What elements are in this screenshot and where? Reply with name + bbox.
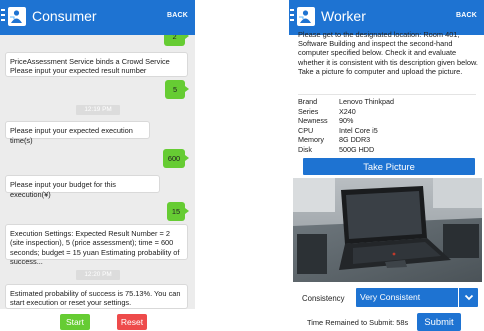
back-button[interactable]: BACK [456, 12, 477, 19]
spec-key: Series [298, 106, 319, 116]
app-logo-icon [297, 7, 315, 26]
message-incoming: Execution Settings: Expected Result Numb… [5, 224, 188, 266]
spec-row: Series X240 [298, 107, 478, 117]
message-incoming: Please input your budget for this execut… [5, 175, 160, 199]
laptop-photo [293, 178, 482, 282]
consistency-label: Consistency [302, 294, 345, 303]
app-bar: Consumer BACK [0, 0, 195, 35]
take-picture-button[interactable]: Take Picture [303, 158, 475, 175]
spec-key: Memory [298, 135, 324, 145]
spec-row: Brand Lenovo Thinkpad [298, 97, 478, 107]
spec-key: CPU [298, 125, 314, 135]
task-description: Please get to the designated location: R… [298, 30, 478, 76]
page-title: Worker [321, 8, 366, 24]
page-title: Consumer [32, 8, 97, 24]
worker-screen: Worker BACK Please get to the designated… [289, 0, 484, 331]
spec-row: CPU Intel Core i5 [298, 126, 478, 136]
chat-log[interactable]: 2 PriceAssessment Service binds a Crowd … [0, 27, 195, 309]
spec-value: Lenovo Thinkpad [339, 97, 395, 106]
spec-row: Disk 500G HDD [298, 145, 478, 155]
message-incoming: PriceAssessment Service binds a Crowd Se… [5, 52, 188, 77]
spec-value: 8G DDR3 [339, 135, 371, 145]
consumer-screen: 2 PriceAssessment Service binds a Crowd … [0, 0, 195, 331]
spec-key: Newness [298, 116, 328, 126]
message-outgoing: 5 [165, 80, 189, 99]
timestamp: 12:20 PM [76, 270, 120, 280]
spec-value: X240 [339, 106, 356, 116]
app-logo-icon [8, 7, 26, 26]
consistency-dropdown[interactable]: Very Consistent [356, 288, 478, 307]
spec-table: Brand Lenovo Thinkpad Series X240 Newness 9… [298, 97, 478, 155]
back-button[interactable]: BACK [167, 12, 188, 19]
spec-key: Disk [298, 144, 312, 154]
spec-value: 90% [339, 116, 354, 126]
message-incoming: Please input your expected execution tim… [5, 121, 150, 145]
divider [298, 94, 476, 95]
message-incoming: Estimated probability of success is 75.1… [5, 284, 188, 309]
spec-row: Memory 8G DDR3 [298, 135, 478, 145]
time-remaining-label: Time Remained to Submit: 58s [307, 318, 409, 327]
spec-row: Newness 90% [298, 116, 478, 126]
spec-value: Intel Core i5 [339, 125, 378, 135]
spec-key: Brand [298, 97, 318, 106]
menu-icon[interactable] [1, 9, 5, 23]
reset-button[interactable]: Reset [117, 314, 147, 330]
message-outgoing: 600 [163, 149, 189, 168]
message-outgoing: 15 [167, 202, 189, 221]
timestamp: 12:19 PM [76, 105, 120, 115]
submit-button[interactable]: Submit [417, 313, 461, 331]
action-bar: Start Reset [0, 309, 195, 331]
start-button[interactable]: Start [60, 314, 90, 330]
chevron-down-icon[interactable] [458, 288, 478, 307]
consistency-value: Very Consistent [360, 292, 421, 302]
menu-icon[interactable] [290, 9, 294, 23]
spec-value: 500G HDD [339, 144, 375, 154]
